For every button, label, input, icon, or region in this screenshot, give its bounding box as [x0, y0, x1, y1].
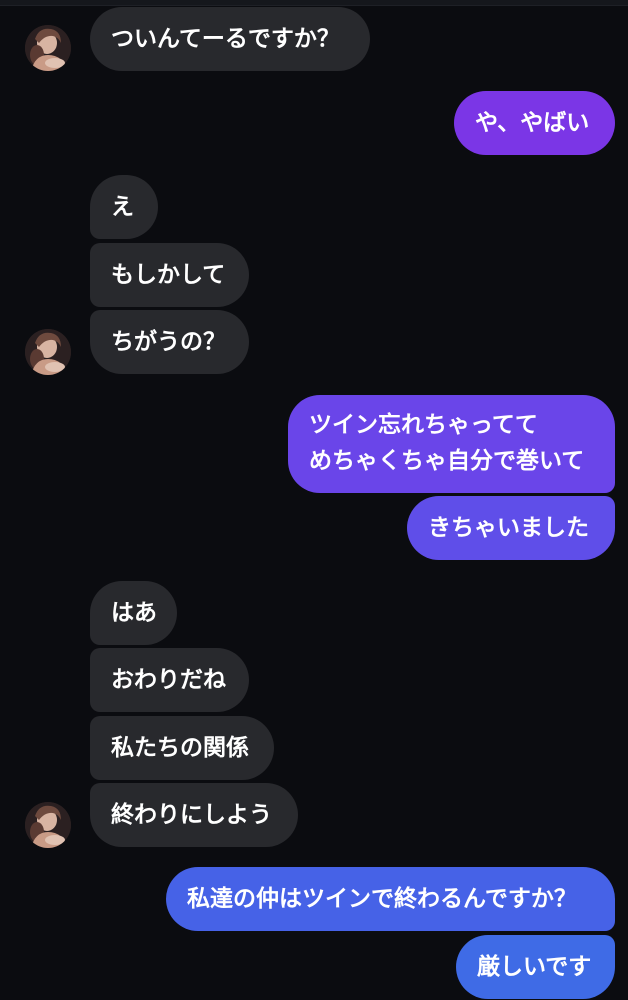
- message-text: もしかして: [111, 262, 226, 288]
- message-bubble-incoming[interactable]: え: [90, 175, 158, 239]
- message-text: はあ: [111, 600, 157, 626]
- sender-avatar[interactable]: [25, 329, 71, 375]
- message-bubble-incoming[interactable]: もしかして: [90, 243, 249, 307]
- message-text-line-2: めちゃくちゃ自分で巻いて: [309, 448, 585, 474]
- message-bubble-incoming[interactable]: はあ: [90, 581, 177, 645]
- message-text: や、やばい: [475, 110, 590, 136]
- message-bubble-incoming[interactable]: ついんてーるですか？: [90, 7, 370, 71]
- profile-photo-icon: [25, 25, 71, 71]
- sender-avatar[interactable]: [25, 802, 71, 848]
- profile-photo-icon: [25, 802, 71, 848]
- message-bubble-incoming[interactable]: 私たちの関係: [90, 716, 274, 780]
- message-bubble-outgoing[interactable]: ツイン忘れちゃってて めちゃくちゃ自分で巻いて: [288, 395, 615, 493]
- message-bubble-incoming[interactable]: ちがうの？: [90, 310, 249, 374]
- message-bubble-outgoing[interactable]: 厳しいです: [456, 935, 615, 999]
- message-bubble-incoming[interactable]: おわりだね: [90, 648, 249, 712]
- message-text: おわりだね: [111, 667, 226, 693]
- message-text: ついんてーるですか？: [111, 26, 340, 52]
- message-bubble-outgoing[interactable]: や、やばい: [454, 91, 615, 155]
- message-text: 私達の仲はツインで終わるんですか？: [187, 886, 577, 912]
- sender-avatar[interactable]: [25, 25, 71, 71]
- message-text: え: [111, 194, 134, 220]
- message-bubble-incoming[interactable]: 終わりにしよう: [90, 783, 298, 847]
- message-text: ちがうの？: [111, 329, 226, 355]
- message-bubble-outgoing[interactable]: きちゃいました: [407, 496, 615, 560]
- top-divider: [0, 0, 628, 6]
- message-text: 厳しいです: [477, 954, 592, 980]
- message-text-line-1: ツイン忘れちゃってて: [309, 412, 538, 438]
- message-text: 終わりにしよう: [111, 802, 272, 828]
- message-bubble-outgoing[interactable]: 私達の仲はツインで終わるんですか？: [166, 867, 615, 931]
- profile-photo-icon: [25, 329, 71, 375]
- message-text: きちゃいました: [428, 515, 589, 541]
- message-text: 私たちの関係: [111, 735, 249, 761]
